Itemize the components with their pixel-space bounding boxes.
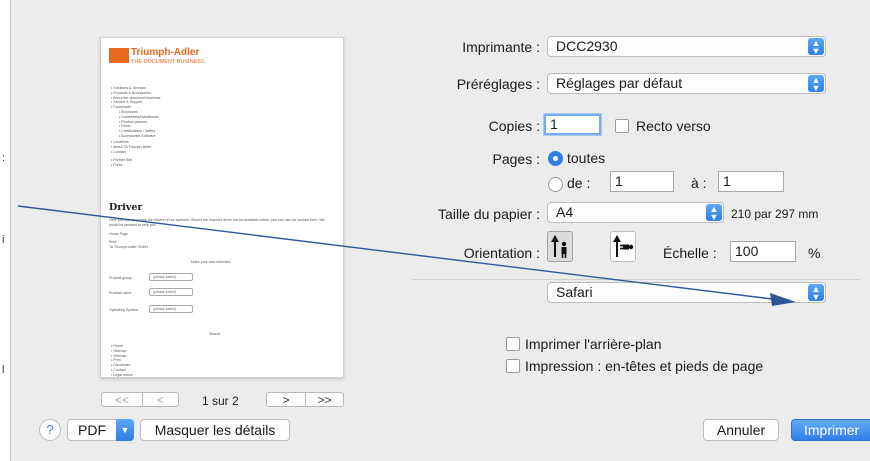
preview-form-label: Operating System (109, 308, 138, 312)
preview-menu-list: Solutions & Services Products & Accessor… (111, 86, 160, 110)
cancel-button[interactable]: Annuler (703, 419, 779, 441)
list-item: Press (111, 163, 132, 168)
preview-select-title: Make your own selection (191, 260, 231, 264)
paper-size-select[interactable]: A4 ▲ ▼ (547, 202, 724, 223)
portrait-orientation-button[interactable] (547, 231, 573, 262)
previous-page-button[interactable]: < (142, 393, 178, 406)
print-preview-page: Triumph-Adler THE DOCUMENT BUSINESS Solu… (100, 37, 344, 378)
scale-label: Échelle : (663, 245, 717, 261)
paper-dimensions: 210 par 297 mm (731, 207, 819, 221)
hide-details-button[interactable]: Masquer les détails (140, 419, 290, 441)
list-item: Accessories Software (119, 134, 159, 139)
first-page-button[interactable]: << (102, 393, 142, 406)
up-down-arrows-icon: ▲ ▼ (808, 75, 824, 93)
side-glyph: : (2, 152, 6, 164)
preview-form-label: Product name (109, 291, 132, 295)
print-background-checkbox[interactable] (506, 337, 520, 351)
duplex-label: Recto verso (636, 118, 711, 134)
pdf-menu-button[interactable]: ▼ (116, 419, 134, 441)
pages-to-field[interactable]: 1 (718, 171, 784, 192)
presets-value: Réglages par défaut (556, 75, 683, 91)
section-select[interactable]: Safari ▲ ▼ (547, 282, 826, 303)
page-nav-back-group: << < (101, 392, 179, 407)
headers-footers-label: Impression : en-têtes et pieds de page (525, 358, 764, 374)
page-nav-forward-group: > >> (266, 392, 344, 407)
preview-intro-text: Here you can download the drivers of our… (109, 218, 325, 227)
preview-submenu-list: Brochures Datasheets/Handbooks Product p… (119, 110, 159, 139)
preview-form-select: (please select) (149, 305, 193, 313)
preview-form-select: (please select) (149, 288, 193, 296)
presets-label: Préréglages : (456, 76, 540, 92)
logo-mark-icon (109, 48, 129, 63)
pdf-button[interactable]: PDF (67, 419, 117, 441)
preview-location-line: TA Triumph-Adler GmbH (109, 245, 149, 249)
preview-search-label: Search (209, 332, 221, 336)
preview-heading: Driver (109, 202, 143, 213)
last-page-button[interactable]: >> (305, 393, 343, 406)
logo-tagline: THE DOCUMENT BUSINESS (131, 59, 205, 65)
chevron-down-icon: ▼ (120, 425, 130, 435)
orientation-label: Orientation : (463, 245, 540, 261)
side-glyph: l (2, 364, 5, 376)
list-item: About TA Triumph-Adler (111, 145, 151, 150)
list-item: Legal notice (111, 373, 132, 377)
up-down-arrows-icon: ▲ ▼ (808, 38, 824, 56)
help-button[interactable]: ? (39, 419, 61, 441)
preview-form-label: Product group (109, 276, 132, 280)
logo-name: Triumph-Adler (131, 47, 200, 58)
up-down-arrows-icon: ▲ ▼ (706, 204, 722, 222)
preview-breadcrumb: Home Page (109, 232, 128, 236)
pages-range-radio[interactable] (548, 177, 563, 192)
presets-select[interactable]: Réglages par défaut ▲ ▼ (547, 73, 826, 94)
list-item: Datasheets/Handbooks (119, 115, 158, 120)
preview-short-list: Partner Site Press (111, 158, 132, 168)
section-value: Safari (556, 284, 593, 300)
printer-label: Imprimante : (462, 39, 540, 55)
pages-label: Pages : (492, 151, 540, 167)
portrait-orientation-icon (551, 235, 567, 258)
printer-select[interactable]: DCC2930 ▲ ▼ (547, 36, 826, 57)
question-mark-icon: ? (46, 422, 54, 437)
pages-from-label: de : (567, 175, 591, 191)
preview-form-select: (please select) (149, 273, 193, 281)
landscape-orientation-button[interactable] (610, 231, 636, 262)
pages-all-radio[interactable] (548, 151, 563, 166)
print-background-label: Imprimer l'arrière-plan (525, 336, 662, 352)
print-button[interactable]: Imprimer (791, 419, 870, 441)
next-page-button[interactable]: > (267, 393, 305, 406)
scale-unit: % (808, 245, 821, 261)
preview-footer-list: Home Sitemap Sitemap Print Disclaimer Co… (111, 344, 132, 377)
page-indicator: 1 sur 2 (202, 394, 239, 408)
headers-footers-checkbox[interactable] (506, 359, 520, 373)
copies-field[interactable]: 1 (544, 114, 601, 135)
preview-more-list: Locations About TA Triumph-Adler Contact (111, 140, 151, 154)
duplex-checkbox[interactable] (615, 119, 629, 133)
pages-all-label: toutes (567, 150, 606, 166)
side-glyph: i (2, 234, 5, 246)
section-divider (412, 279, 860, 280)
pages-from-field[interactable]: 1 (610, 171, 674, 192)
landscape-orientation-icon (613, 235, 634, 257)
preview-location-line: Print (109, 240, 117, 244)
copies-label: Copies : (488, 118, 540, 134)
paper-size-label: Taille du papier : (438, 206, 540, 222)
paper-size-value: A4 (556, 204, 574, 220)
up-down-arrows-icon: ▲ ▼ (808, 284, 824, 302)
pages-to-label: à : (691, 175, 707, 191)
scale-field[interactable]: 100 (730, 241, 796, 262)
printer-value: DCC2930 (556, 38, 618, 54)
list-item: Contact (111, 150, 151, 155)
